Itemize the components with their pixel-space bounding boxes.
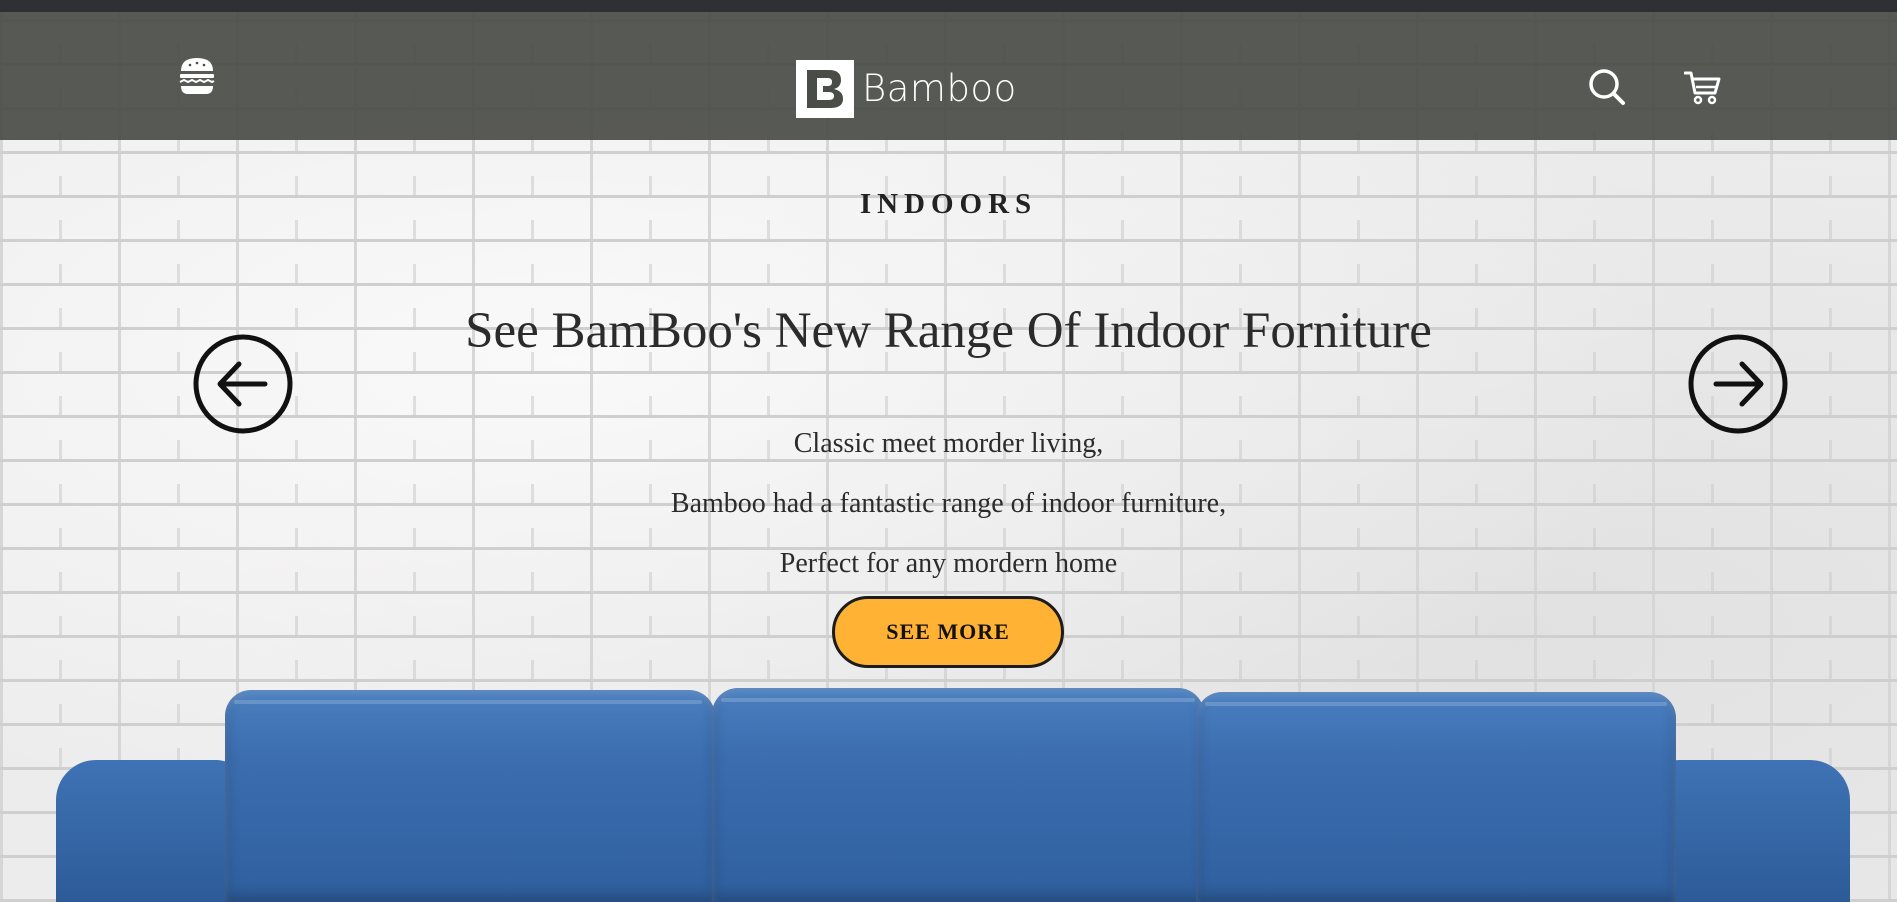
arrow-left-icon[interactable] <box>193 334 293 434</box>
brand-name: Bamboo <box>862 67 1017 110</box>
arrow-right-icon[interactable] <box>1688 334 1788 434</box>
hero-kicker: INDOORS <box>859 188 1038 220</box>
top-strip <box>0 0 1897 12</box>
hero-line-2: Bamboo had a fantastic range of indoor f… <box>670 488 1227 519</box>
cart-icon[interactable] <box>1683 68 1722 106</box>
see-more-button[interactable]: SEE MORE <box>832 596 1064 668</box>
brand-logo[interactable]: Bamboo <box>796 59 1017 119</box>
site-header: Bamboo <box>0 12 1897 140</box>
hero-line-3: Perfect for any mordern home <box>779 548 1118 579</box>
logo-mark-icon <box>796 60 854 118</box>
search-icon[interactable] <box>1588 68 1626 106</box>
hamburger-icon[interactable] <box>178 56 216 96</box>
